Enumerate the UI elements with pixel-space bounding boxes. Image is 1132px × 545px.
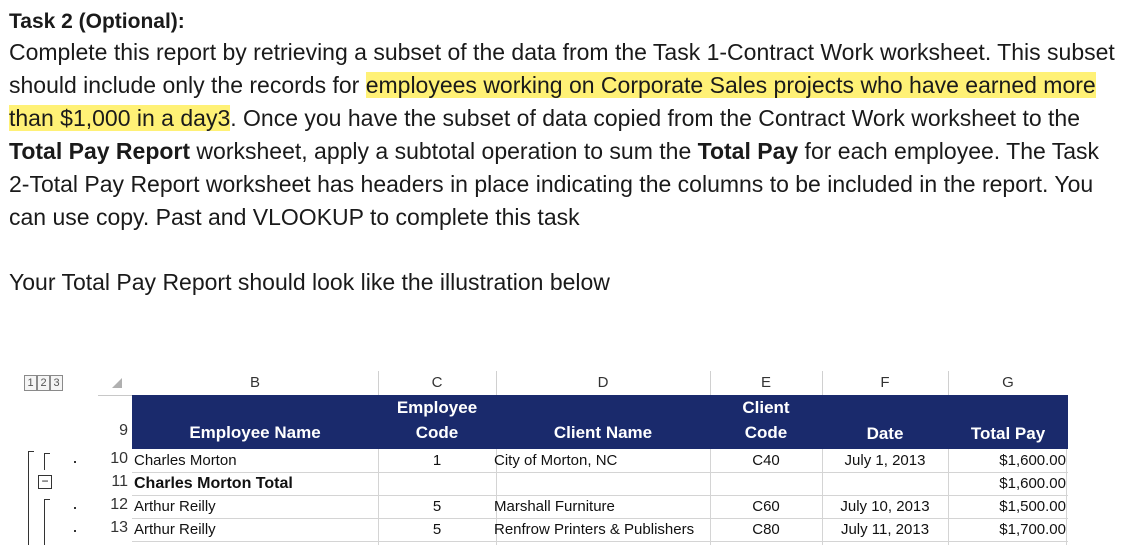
desc-part3: worksheet, apply a subtotal operation to… [190,138,698,164]
outline-row-dot [74,461,76,463]
row-number-10[interactable]: 10 [98,450,128,468]
header-employee-name: Employee Name [189,423,321,442]
cell-employee-name[interactable]: Arthur Reilly [134,496,216,518]
cell-employee-name[interactable]: Arthur Reilly [134,519,216,541]
row-number-12[interactable]: 12 [98,496,128,514]
task-title: Task 2 (Optional): [9,10,185,33]
desc-bold-total-pay-report: Total Pay Report [9,138,191,164]
outline-bracket-level1 [28,451,29,545]
cell-employee-total-label[interactable]: Charles Morton Total [134,473,293,495]
cell-total-pay[interactable]: $1,600.00 [948,473,1066,495]
outline-level-3[interactable]: 3 [50,375,63,391]
cell-employee-code[interactable]: 5 [378,519,496,541]
cell-client-name[interactable]: City of Morton, NC [494,450,617,472]
gridline [132,541,1068,542]
cell-date[interactable]: July 11, 2013 [822,519,948,541]
cell-employee-code[interactable]: 5 [378,496,496,518]
outline-level-1[interactable]: 1 [24,375,37,391]
outline-bracket-group1 [44,453,45,470]
column-header-e[interactable]: E [710,371,823,395]
outline-level-2[interactable]: 2 [37,375,50,391]
cell-total-pay[interactable]: $1,500.00 [948,496,1066,518]
header-client-name: Client Name [553,423,653,442]
cell-client-name[interactable]: Renfrow Printers & Publishers [494,519,694,541]
row-number-13[interactable]: 13 [98,519,128,537]
task-description: Complete this report by retrieving a sub… [9,36,1124,234]
cell-total-pay[interactable]: $1,600.00 [948,450,1066,472]
cell-client-code[interactable]: C40 [710,450,822,472]
cell-total-pay[interactable]: $1,700.00 [948,519,1066,541]
spreadsheet-illustration: 1 2 3 B C D E F G 9 Employee Name Employ… [24,371,1068,545]
column-header-d[interactable]: D [496,371,711,395]
column-header-f[interactable]: F [822,371,949,395]
header-employee-code-line1: Employee [396,398,478,417]
outline-level-buttons: 1 2 3 [24,375,63,391]
document: Task 2 (Optional): Complete this report … [9,0,1124,322]
cell-date[interactable]: July 10, 2013 [822,496,948,518]
select-all-corner-icon[interactable] [112,378,122,388]
outline-bracket-group2 [44,499,45,545]
cell-employee-name[interactable]: Charles Morton [134,450,237,472]
column-header-c[interactable]: C [378,371,497,395]
outline-row-dot [74,530,76,532]
outline-bracket-group1-cap [44,453,50,454]
gridline [1066,449,1067,545]
header-client-code-line1: Client [742,398,790,417]
column-header-b[interactable]: B [132,371,379,395]
cell-client-code[interactable]: C60 [710,496,822,518]
row-number-9[interactable]: 9 [98,422,128,440]
cell-client-code[interactable]: C80 [710,519,822,541]
cell-employee-code[interactable]: 1 [378,450,496,472]
cell-date[interactable]: July 1, 2013 [822,450,948,472]
outline-bracket-group2-cap [44,499,50,500]
header-total-pay: Total Pay [970,424,1046,443]
desc-part2: . Once you have the subset of data copie… [230,105,1081,131]
header-date: Date [866,424,904,443]
column-header-g[interactable]: G [948,371,1068,395]
row-number-11[interactable]: 11 [98,473,128,491]
outline-bracket-level1-cap [28,451,34,452]
outline-row-dot [74,507,76,509]
header-client-code-line2: Code [744,423,788,442]
desc-bold-total-pay: Total Pay [697,138,799,164]
cell-client-name[interactable]: Marshall Furniture [494,496,615,518]
collapse-group-minus-icon[interactable]: − [38,475,52,489]
illustration-caption: Your Total Pay Report should look like t… [9,269,610,295]
header-employee-code-line2: Code [415,423,459,442]
